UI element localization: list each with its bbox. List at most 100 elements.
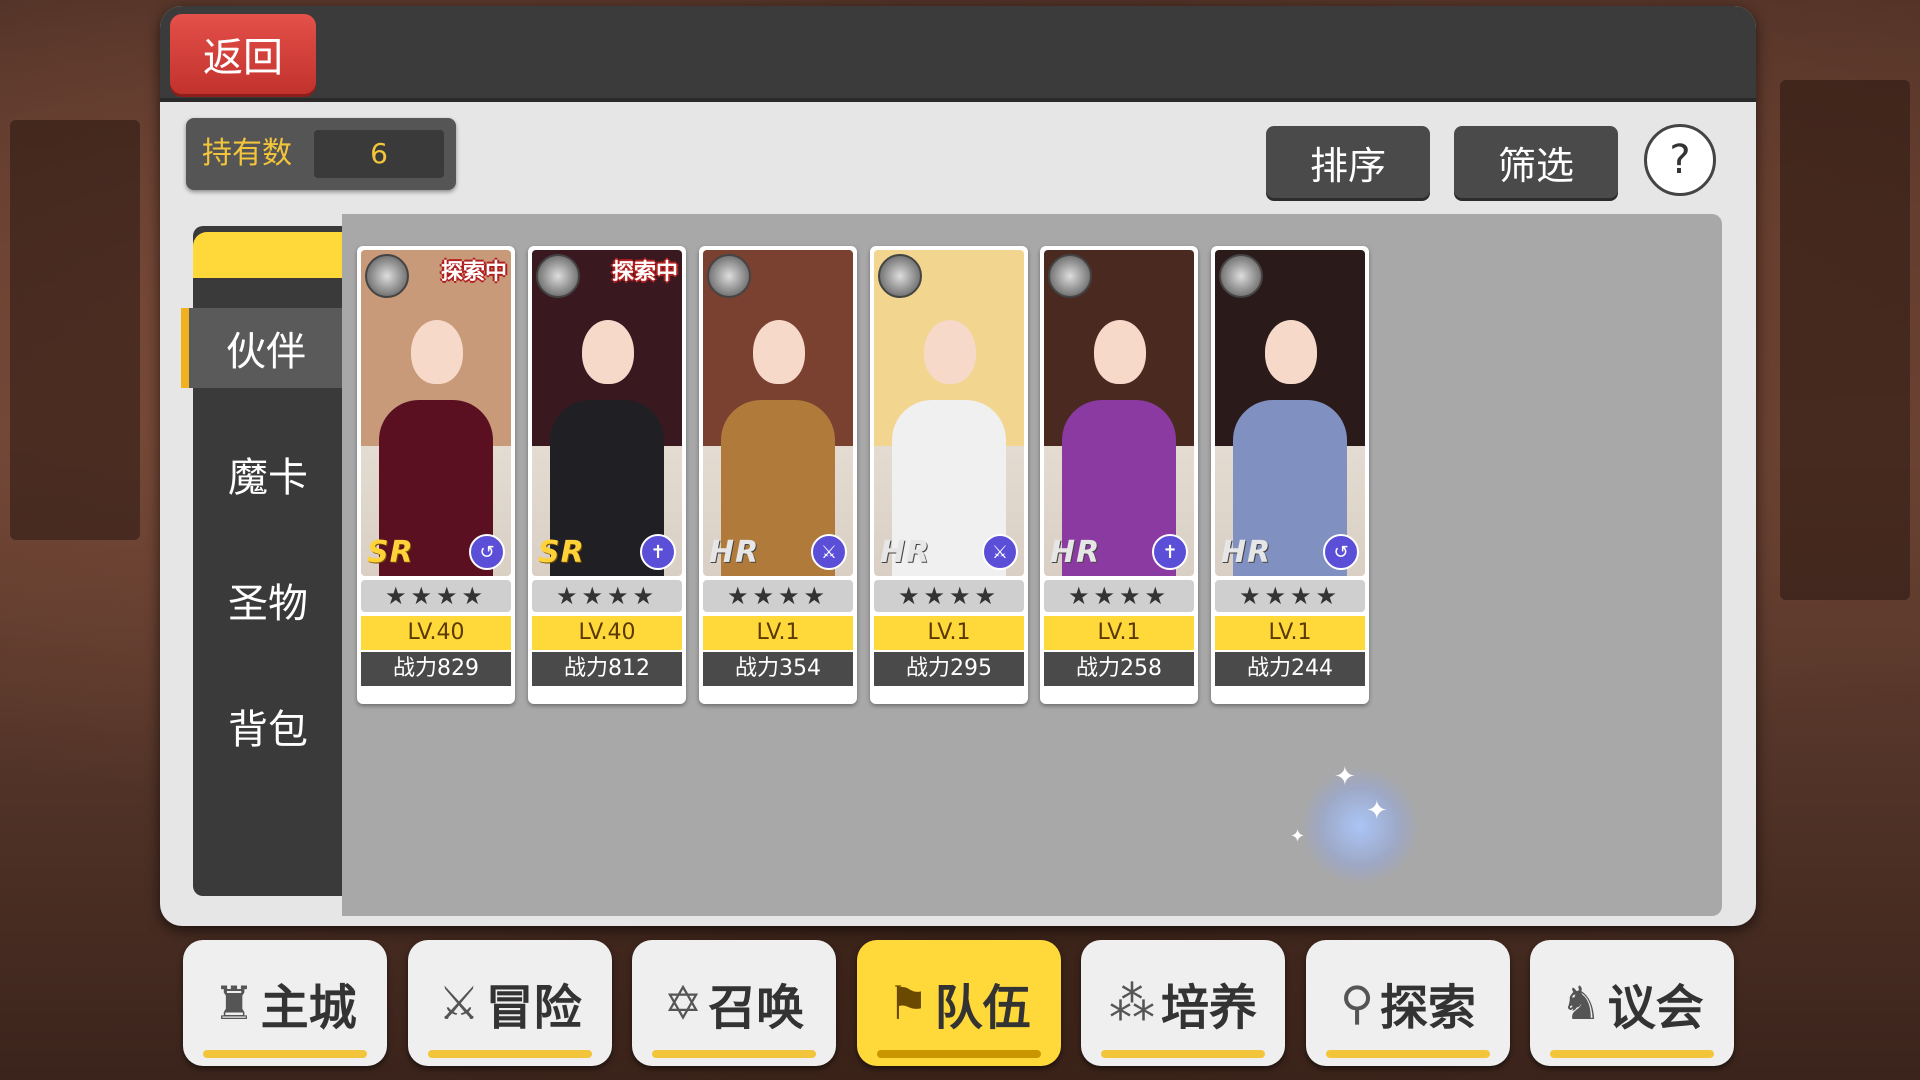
level-label: LV.1: [1215, 616, 1365, 650]
nav-label: 队伍: [934, 980, 1031, 1036]
category-tabs: 伙伴 魔卡 圣物 背包: [181, 226, 343, 896]
sparkle-star-icon: ✦: [1290, 826, 1306, 847]
rarity-badge: SR: [367, 535, 414, 570]
star-rating: ★★★★: [1044, 580, 1194, 612]
nav-council[interactable]: ♞ 议会: [1530, 940, 1734, 1066]
tab-partners[interactable]: 伙伴: [181, 308, 343, 388]
power-label: 战力812: [532, 652, 682, 686]
team-panel: 返回 持有数 6 排序 筛选 ? 伙伴 魔卡 圣物 背包 ✦ ✦ ✦ 探索中 SR…: [160, 6, 1756, 926]
tab-relics[interactable]: 圣物: [193, 560, 343, 640]
exploring-tag: 探索中: [440, 260, 507, 285]
background-shelf-right: [1780, 80, 1910, 600]
class-emblem-icon: [365, 254, 409, 298]
rarity-badge: HR: [1221, 535, 1272, 570]
star-rating: ★★★★: [1215, 580, 1365, 612]
nav-underline: [877, 1050, 1041, 1058]
nav-underline: [428, 1050, 592, 1058]
tab-magic-cards[interactable]: 魔卡: [193, 434, 343, 514]
nav-explore[interactable]: ⚲ 探索: [1306, 940, 1510, 1066]
rarity-badge: HR: [880, 535, 931, 570]
sword-icon: ⚔: [811, 534, 847, 570]
portrait-face: [924, 320, 976, 384]
cross-icon: ✝: [640, 534, 676, 570]
character-card[interactable]: HR ⚔ ★★★★ LV.1 战力295: [870, 246, 1028, 704]
nav-label: 议会: [1607, 980, 1704, 1036]
class-emblem-icon: [1048, 254, 1092, 298]
star-rating: ★★★★: [874, 580, 1024, 612]
rarity-badge: HR: [1050, 535, 1101, 570]
portrait-face: [1265, 320, 1317, 384]
nav-summon[interactable]: ✡ 召唤: [632, 940, 836, 1066]
portrait-face: [753, 320, 805, 384]
nav-label: 培养: [1160, 980, 1257, 1036]
level-label: LV.40: [361, 616, 511, 650]
nav-adventure[interactable]: ⚔ 冒险: [408, 940, 612, 1066]
class-emblem-icon: [707, 254, 751, 298]
exploring-tag: 探索中: [611, 260, 678, 285]
nav-underline: [203, 1050, 367, 1058]
owned-count-label: 持有数: [202, 136, 292, 171]
level-label: LV.1: [703, 616, 853, 650]
character-portrait: HR ↺: [1215, 250, 1365, 576]
character-portrait: HR ✝: [1044, 250, 1194, 576]
rarity-badge: HR: [709, 535, 760, 570]
star-rating: ★★★★: [532, 580, 682, 612]
character-portrait: 探索中 SR ✝: [532, 250, 682, 576]
character-card[interactable]: 探索中 SR ↺ ★★★★ LV.40 战力829: [357, 246, 515, 704]
star-rating: ★★★★: [361, 580, 511, 612]
power-label: 战力829: [361, 652, 511, 686]
sparkle-effect: ✦ ✦ ✦: [1290, 762, 1420, 886]
cross-icon: ✝: [1152, 534, 1188, 570]
back-button[interactable]: 返回: [170, 14, 316, 94]
category-tabs-header: [193, 232, 343, 278]
level-label: LV.1: [874, 616, 1024, 650]
character-card[interactable]: HR ⚔ ★★★★ LV.1 战力354: [699, 246, 857, 704]
nav-label: 召唤: [708, 980, 805, 1036]
spiral-icon: ↺: [1323, 534, 1359, 570]
nav-label: 主城: [260, 980, 357, 1036]
spiral-icon: ↺: [469, 534, 505, 570]
portrait-face: [1094, 320, 1146, 384]
portrait-face: [582, 320, 634, 384]
panel-header: [160, 6, 1756, 102]
nav-label: 冒险: [485, 980, 582, 1036]
help-button[interactable]: ?: [1644, 124, 1716, 196]
nurture-icon: ⁂: [1108, 976, 1155, 1030]
sword-icon: ⚔: [982, 534, 1018, 570]
power-label: 战力258: [1044, 652, 1194, 686]
rarity-badge: SR: [538, 535, 585, 570]
class-emblem-icon: [878, 254, 922, 298]
nav-underline: [1101, 1050, 1265, 1058]
explore-icon: ⚲: [1340, 976, 1374, 1030]
character-card[interactable]: 探索中 SR ✝ ★★★★ LV.40 战力812: [528, 246, 686, 704]
owned-count-value: 6: [314, 130, 444, 178]
class-emblem-icon: [536, 254, 580, 298]
crossed-swords-icon: ⚔: [438, 976, 480, 1030]
character-card[interactable]: HR ✝ ★★★★ LV.1 战力258: [1040, 246, 1198, 704]
castle-icon: ♜: [213, 976, 255, 1030]
sort-button[interactable]: 排序: [1266, 126, 1430, 198]
power-label: 战力295: [874, 652, 1024, 686]
character-portrait: HR ⚔: [703, 250, 853, 576]
sparkle-star-icon: ✦: [1334, 762, 1356, 792]
level-label: LV.1: [1044, 616, 1194, 650]
character-portrait: 探索中 SR ↺: [361, 250, 511, 576]
owned-count-box: 持有数 6: [186, 118, 456, 190]
portrait-face: [411, 320, 463, 384]
star-rating: ★★★★: [703, 580, 853, 612]
nav-underline: [1326, 1050, 1490, 1058]
nav-underline: [1550, 1050, 1714, 1058]
sparkle-star-icon: ✦: [1366, 796, 1388, 826]
level-label: LV.40: [532, 616, 682, 650]
filter-button[interactable]: 筛选: [1454, 126, 1618, 198]
nav-nurture[interactable]: ⁂ 培养: [1081, 940, 1285, 1066]
team-icon: ⚑: [887, 976, 929, 1030]
council-icon: ♞: [1560, 976, 1602, 1030]
character-card[interactable]: HR ↺ ★★★★ LV.1 战力244: [1211, 246, 1369, 704]
background-shelf-left: [10, 120, 140, 540]
tab-bag[interactable]: 背包: [193, 686, 343, 766]
nav-team[interactable]: ⚑ 队伍: [857, 940, 1061, 1066]
power-label: 战力244: [1215, 652, 1365, 686]
class-emblem-icon: [1219, 254, 1263, 298]
nav-main-city[interactable]: ♜ 主城: [183, 940, 387, 1066]
